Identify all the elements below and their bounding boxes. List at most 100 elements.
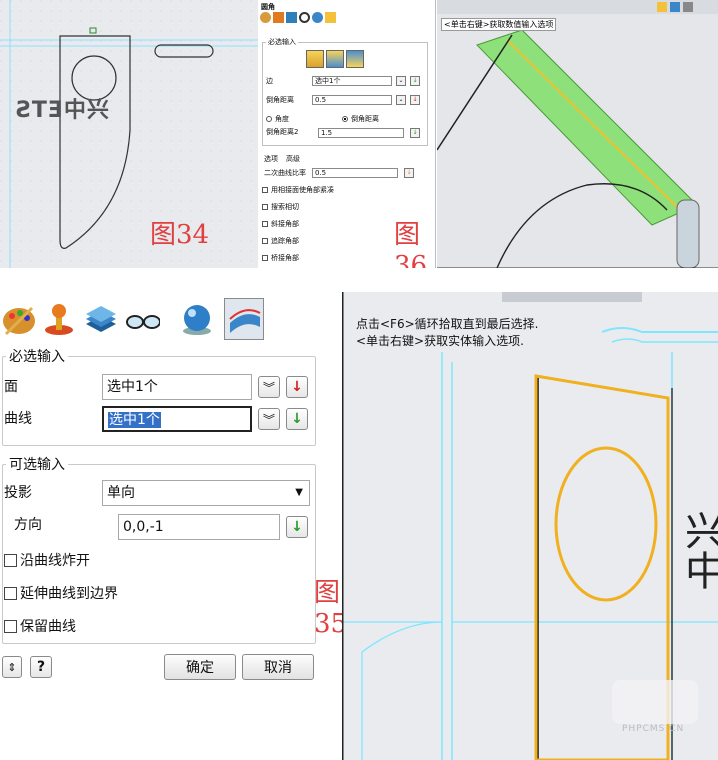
option-4-label: 追踪角部 bbox=[271, 237, 299, 245]
chevron-down-icon: ︾ bbox=[262, 380, 275, 395]
red-arrow-down-icon: ↓ bbox=[291, 379, 303, 395]
figure-34-drawing bbox=[0, 0, 258, 268]
figure-36-label: 图36 bbox=[394, 220, 428, 268]
checkbox-extend[interactable]: 延伸曲线到边界 bbox=[4, 583, 118, 603]
edge-select-arrow-icon[interactable]: ↓ bbox=[410, 76, 420, 86]
option-3[interactable]: 斜接角部 bbox=[262, 219, 299, 229]
fillet-type-1-button[interactable] bbox=[306, 50, 324, 68]
surface-icon[interactable] bbox=[325, 12, 336, 23]
face-field[interactable]: 选中1个 bbox=[102, 374, 252, 400]
face-select-button[interactable]: ↓ bbox=[286, 376, 308, 398]
glasses-icon[interactable] bbox=[299, 12, 310, 23]
radio-angle[interactable]: 角度 bbox=[266, 114, 289, 124]
checkbox-keep[interactable]: 保留曲线 bbox=[4, 616, 76, 636]
view-message-line1: 点击<F6>循环拾取直到最后选择. bbox=[356, 317, 539, 331]
fillet-type-2-button[interactable] bbox=[326, 50, 344, 68]
dist-options-button[interactable]: ⌄ bbox=[396, 95, 406, 105]
view-hint: <单击右键>获取数值输入选项 bbox=[441, 18, 557, 31]
ratio-field[interactable]: 0.5 bbox=[312, 168, 398, 178]
glasses-icon[interactable] bbox=[126, 302, 160, 336]
figure-36-viewport[interactable]: <单击右键>获取数值输入选项 bbox=[437, 0, 718, 268]
cancel-button[interactable]: 取消 bbox=[242, 654, 314, 680]
project-curve-dialog: 必选输入 面 选中1个 ︾ ↓ 曲线 选中1个 ︾ ↓ 可选输入 投影 单向 ▼… bbox=[0, 292, 347, 760]
face-options-button[interactable]: ︾ bbox=[258, 376, 280, 398]
palette-icon[interactable] bbox=[2, 302, 36, 336]
dialog-toolbar bbox=[0, 298, 270, 342]
checkbox-explode[interactable]: 沿曲线炸开 bbox=[4, 550, 90, 570]
sphere-icon[interactable] bbox=[312, 12, 323, 23]
option-4[interactable]: 追踪角部 bbox=[262, 236, 299, 246]
toolbar bbox=[260, 12, 336, 23]
ratio-arrow-icon[interactable]: ↓ bbox=[404, 168, 414, 178]
curve-select-button[interactable]: ↓ bbox=[286, 408, 308, 430]
layers-icon[interactable] bbox=[84, 302, 118, 336]
help-button[interactable]: ? bbox=[30, 656, 52, 678]
projection-value: 单向 bbox=[107, 485, 135, 501]
joystick-icon[interactable] bbox=[42, 302, 76, 336]
surface-tool-button[interactable] bbox=[224, 298, 264, 340]
tabs: 选项 高级 bbox=[264, 154, 300, 164]
fillet-dialog: 圆角 必选输入 边 选中1个 ⌄ ↓ 倒角距离 0.5 ⌄ ↓ 角度 倒角距离 … bbox=[258, 0, 436, 268]
optional-group-title: 可选输入 bbox=[6, 454, 68, 474]
figure-35-model bbox=[342, 292, 718, 760]
face-label: 面 bbox=[4, 379, 18, 395]
dist-label: 倒角距离 bbox=[266, 96, 294, 104]
view-icon-3[interactable] bbox=[683, 2, 693, 12]
option-5[interactable]: 桥接角部 bbox=[262, 253, 299, 263]
collapse-button[interactable]: ⇕ bbox=[2, 656, 22, 678]
tab-options[interactable]: 选项 bbox=[264, 154, 278, 164]
green-arrow-down-icon: ↓ bbox=[291, 411, 303, 427]
fillet-type-3-button[interactable] bbox=[346, 50, 364, 68]
checkbox-box bbox=[4, 619, 17, 633]
chevron-down-icon: ︾ bbox=[262, 412, 275, 427]
palette-icon[interactable] bbox=[260, 12, 271, 23]
option-1[interactable]: 用相接面使角部紧凑 bbox=[262, 185, 334, 195]
green-arrow-down-icon: ↓ bbox=[291, 519, 303, 535]
curve-options-button[interactable]: ︾ bbox=[258, 408, 280, 430]
dist2-field[interactable]: 1.5 bbox=[318, 128, 404, 138]
checkbox-box bbox=[4, 553, 17, 567]
option-1-label: 用相接面使角部紧凑 bbox=[271, 186, 334, 194]
direction-field[interactable]: 0,0,-1 bbox=[118, 514, 280, 540]
radio-distance[interactable]: 倒角距离 bbox=[342, 114, 379, 124]
checkbox-box bbox=[4, 586, 17, 600]
dist2-arrow-icon[interactable]: ↓ bbox=[410, 128, 420, 138]
surface-icon bbox=[229, 309, 261, 333]
checkbox-explode-label: 沿曲线炸开 bbox=[20, 553, 90, 569]
radio-angle-label: 角度 bbox=[275, 115, 289, 123]
tab-advanced[interactable]: 高级 bbox=[286, 154, 300, 164]
direction-label: 方向 bbox=[14, 517, 42, 533]
part-engraved-text: 兴中 bbox=[678, 510, 718, 590]
option-2[interactable]: 搜索相切 bbox=[262, 202, 299, 212]
layers-icon[interactable] bbox=[286, 12, 297, 23]
checkbox-extend-label: 延伸曲线到边界 bbox=[20, 586, 118, 602]
option-5-label: 桥接角部 bbox=[271, 254, 299, 262]
dropdown-arrow-icon: ▼ bbox=[295, 487, 303, 498]
checkbox-keep-label: 保留曲线 bbox=[20, 619, 76, 635]
figure-34-label: 图34 bbox=[150, 220, 210, 250]
sphere-icon[interactable] bbox=[180, 302, 214, 336]
curve-field-selection: 选中1个 bbox=[108, 412, 161, 428]
edge-field[interactable]: 选中1个 bbox=[312, 76, 392, 86]
view-icon-2[interactable] bbox=[670, 2, 680, 12]
figure-35-viewport[interactable]: 点击<F6>循环拾取直到最后选择. <单击右键>获取实体输入选项. 兴中 PHP… bbox=[342, 292, 718, 760]
required-group-title: 必选输入 bbox=[6, 346, 68, 366]
option-3-label: 斜接角部 bbox=[271, 220, 299, 228]
figure-36-model bbox=[437, 0, 718, 268]
dist-arrow-icon[interactable]: ↓ bbox=[410, 95, 420, 105]
ok-button[interactable]: 确定 bbox=[164, 654, 236, 680]
view-icon-1[interactable] bbox=[657, 2, 667, 12]
view-message: 点击<F6>循环拾取直到最后选择. <单击右键>获取实体输入选项. bbox=[356, 316, 538, 350]
dist-field[interactable]: 0.5 bbox=[312, 95, 392, 105]
direction-pick-button[interactable]: ↓ bbox=[286, 516, 308, 538]
edge-options-button[interactable]: ⌄ bbox=[396, 76, 406, 86]
option-2-label: 搜索相切 bbox=[271, 203, 299, 211]
projection-select[interactable]: 单向 ▼ bbox=[102, 480, 310, 506]
view-toolbar bbox=[657, 2, 693, 12]
joystick-icon[interactable] bbox=[273, 12, 284, 23]
curve-field[interactable]: 选中1个 bbox=[102, 406, 252, 432]
double-chevron-icon: ⇕ bbox=[7, 660, 17, 674]
curve-label: 曲线 bbox=[4, 411, 32, 427]
view-message-line2: <单击右键>获取实体输入选项. bbox=[356, 334, 524, 348]
projection-label: 投影 bbox=[4, 485, 32, 501]
